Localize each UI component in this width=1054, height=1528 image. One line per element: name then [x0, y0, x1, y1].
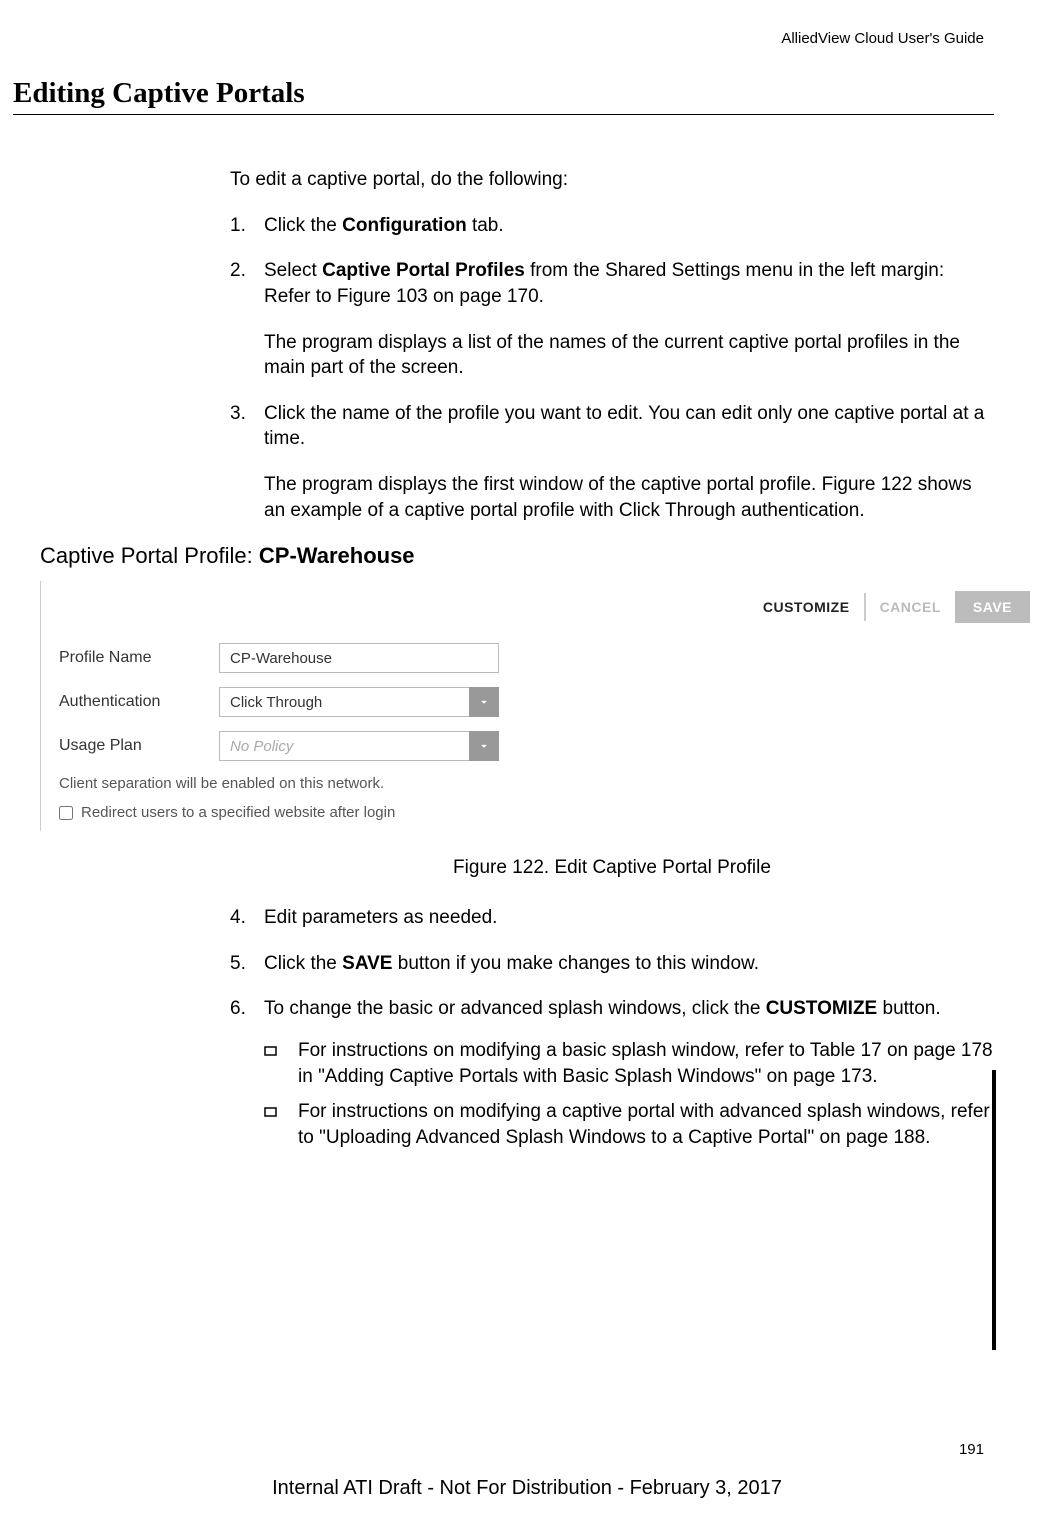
step-4-text: Edit parameters as needed. — [264, 907, 497, 928]
step-2-text-a: Select — [264, 260, 322, 281]
step-6-text-a: To change the basic or advanced splash w… — [264, 998, 766, 1019]
step-6-sub1: For instructions on modifying a basic sp… — [264, 1038, 994, 1089]
select-usage-plan-value: No Policy — [219, 731, 469, 761]
redirect-checkbox-label: Redirect users to a specified website af… — [81, 804, 395, 821]
step-1-text-b: Configuration — [342, 215, 467, 236]
select-authentication[interactable]: Click Through — [219, 687, 499, 717]
step-2-text-b: Captive Portal Profiles — [322, 260, 525, 281]
figure-panel: CUSTOMIZE CANCEL SAVE Profile Name Authe… — [40, 581, 1044, 831]
step-5-text-a: Click the — [264, 953, 342, 974]
square-bullet-icon — [264, 1040, 278, 1054]
chevron-down-icon — [469, 687, 499, 717]
step-1: Click the Configuration tab. — [230, 213, 994, 239]
doc-header: AlliedView Cloud User's Guide — [10, 30, 994, 47]
row-profile-name: Profile Name — [59, 643, 1030, 673]
redirect-checkbox[interactable] — [59, 806, 73, 820]
button-bar: CUSTOMIZE CANCEL SAVE — [59, 591, 1030, 623]
figure-caption: Figure 122. Edit Captive Portal Profile — [230, 855, 994, 881]
select-authentication-value: Click Through — [219, 687, 469, 717]
section-rule — [13, 114, 994, 115]
step-6-text-c: button. — [877, 998, 940, 1019]
content-body-2: Figure 122. Edit Captive Portal Profile … — [230, 855, 994, 1150]
steps-list: Click the Configuration tab. Select Capt… — [230, 213, 994, 524]
redirect-checkbox-row[interactable]: Redirect users to a specified website af… — [59, 804, 1030, 821]
step-6-sublist: For instructions on modifying a basic sp… — [264, 1038, 994, 1151]
label-profile-name: Profile Name — [59, 649, 219, 667]
label-authentication: Authentication — [59, 693, 219, 711]
cancel-button[interactable]: CANCEL — [876, 593, 945, 621]
input-profile-name[interactable] — [219, 643, 499, 673]
step-2: Select Captive Portal Profiles from the … — [230, 258, 994, 381]
step-6-sub2: For instructions on modifying a captive … — [264, 1099, 994, 1150]
section-title: Editing Captive Portals — [10, 77, 994, 110]
customize-button[interactable]: CUSTOMIZE — [761, 593, 866, 621]
row-authentication: Authentication Click Through — [59, 687, 1030, 717]
step-3-text: Click the name of the profile you want t… — [264, 403, 984, 450]
step-3-sub: The program displays the first window of… — [264, 472, 994, 523]
revision-bar — [992, 1070, 996, 1350]
figure-title-name: CP-Warehouse — [259, 543, 415, 568]
row-usage-plan: Usage Plan No Policy — [59, 731, 1030, 761]
steps-list-2: Edit parameters as needed. Click the SAV… — [230, 905, 994, 1150]
step-5: Click the SAVE button if you make change… — [230, 951, 994, 977]
step-5-text-b: SAVE — [342, 953, 392, 974]
step-5-text-c: button if you make changes to this windo… — [392, 953, 759, 974]
content-body: To edit a captive portal, do the followi… — [230, 167, 994, 523]
step-6: To change the basic or advanced splash w… — [230, 996, 994, 1150]
step-3: Click the name of the profile you want t… — [230, 401, 994, 524]
intro-text: To edit a captive portal, do the followi… — [230, 167, 994, 193]
footer-text: Internal ATI Draft - Not For Distributio… — [0, 1477, 1054, 1500]
step-1-text-c: tab. — [467, 215, 504, 236]
label-usage-plan: Usage Plan — [59, 737, 219, 755]
page-number: 191 — [959, 1441, 984, 1458]
step-2-sub: The program displays a list of the names… — [264, 330, 994, 381]
select-usage-plan[interactable]: No Policy — [219, 731, 499, 761]
client-separation-note: Client separation will be enabled on thi… — [59, 775, 1030, 792]
figure-block: Captive Portal Profile: CP-Warehouse CUS… — [40, 543, 1044, 831]
square-bullet-icon — [264, 1101, 278, 1115]
figure-title-prefix: Captive Portal Profile: — [40, 543, 253, 568]
step-6-sub1-text: For instructions on modifying a basic sp… — [298, 1040, 993, 1087]
chevron-down-icon — [469, 731, 499, 761]
save-button[interactable]: SAVE — [955, 591, 1030, 623]
step-6-sub2-text: For instructions on modifying a captive … — [298, 1101, 990, 1148]
step-1-text-a: Click the — [264, 215, 342, 236]
step-4: Edit parameters as needed. — [230, 905, 994, 931]
step-6-text-b: CUSTOMIZE — [766, 998, 878, 1019]
figure-title: Captive Portal Profile: CP-Warehouse — [40, 543, 1044, 569]
